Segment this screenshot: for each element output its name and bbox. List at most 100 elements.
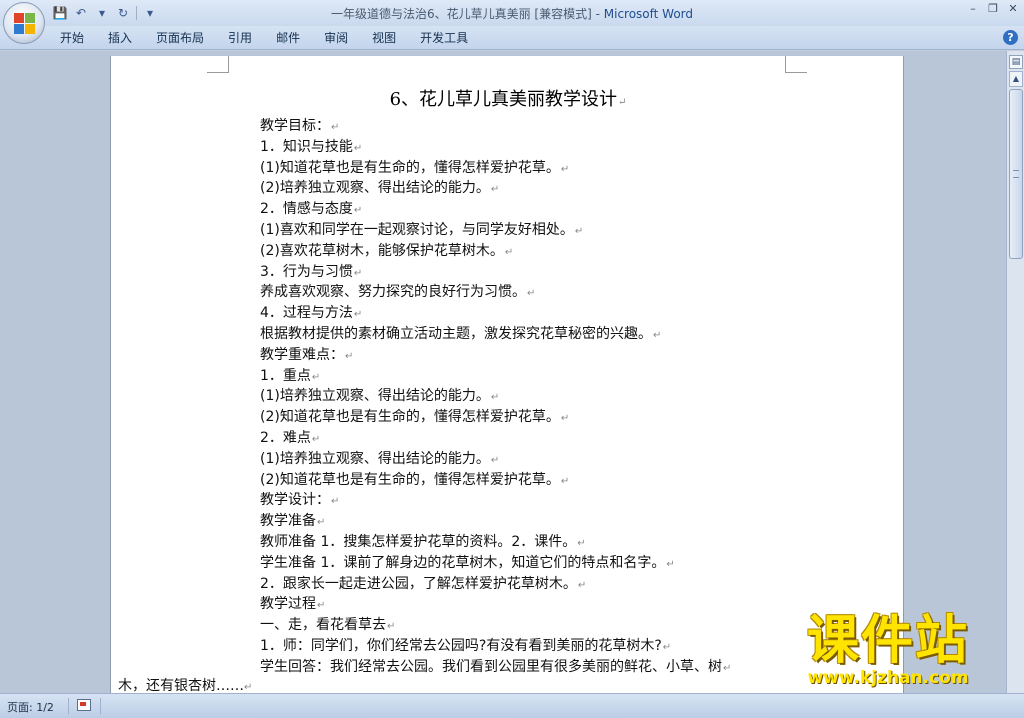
document-line-text: 3．行为与习惯 <box>260 263 353 280</box>
view-ruler-icon[interactable]: ▤ <box>1009 55 1023 69</box>
document-line-text: 2．跟家长一起走进公园，了解怎样爱护花草树木。 <box>260 575 577 592</box>
window-title: 一年级道德与法治6、花儿草儿真美丽 [兼容模式] - Microsoft Wor… <box>0 5 1024 22</box>
paragraph-mark: ↵ <box>560 163 570 175</box>
paragraph-mark: ↵ <box>574 225 584 237</box>
paragraph-mark: ↵ <box>577 579 587 591</box>
document-line: 学生准备 1．课前了解身边的花草树木，知道它们的特点和名字。↵ <box>260 553 860 574</box>
paragraph-mark: ↵ <box>618 97 627 108</box>
title-bar: 💾 ↶ ▾ ↻ ▾ 一年级道德与法治6、花儿草儿真美丽 [兼容模式] - Mic… <box>0 0 1024 26</box>
document-line-text: 1．重点 <box>260 367 311 384</box>
paragraph-mark: ↵ <box>311 433 321 445</box>
paragraph-mark: ↵ <box>723 662 732 674</box>
paragraph-mark: ↵ <box>666 558 675 570</box>
paragraph-mark: ↵ <box>577 537 586 549</box>
document-line-text: (2)培养独立观察、得出结论的能力。 <box>260 180 490 197</box>
document-line: (2)培养独立观察、得出结论的能力。↵ <box>260 178 860 199</box>
document-line: 1．知识与技能↵ <box>260 137 860 158</box>
document-line-text: (1)知道花草也是有生命的，懂得怎样爱护花草。 <box>260 159 560 176</box>
document-line: (1)培养独立观察、得出结论的能力。↵ <box>260 386 860 407</box>
document-line: 教学设计：↵ <box>260 490 860 511</box>
paragraph-mark: ↵ <box>490 184 500 196</box>
status-bar: 页面: 1/2 <box>0 693 1024 718</box>
document-line-text: (2)知道花草也是有生命的，懂得怎样爱护花草。 <box>260 409 560 426</box>
app-name: Microsoft Word <box>603 7 694 21</box>
document-line: 教学目标：↵ <box>260 116 860 137</box>
paragraph-mark: ↵ <box>353 205 363 217</box>
document-line-text: (1)喜欢和同学在一起观察讨论，与同学友好相处。 <box>260 221 574 238</box>
document-title-text: 6、花儿草儿真美丽教学设计 <box>389 89 618 110</box>
scroll-up-arrow-icon[interactable]: ▲ <box>1009 71 1023 87</box>
document-line: 1．重点↵ <box>260 366 860 387</box>
document-line: (2)喜欢花草树木，能够保护花草树木。↵ <box>260 241 860 262</box>
document-line: (1)培养独立观察、得出结论的能力。↵ <box>260 449 860 470</box>
document-line: 3．行为与习惯↵ <box>260 262 860 283</box>
document-line: 养成喜欢观察、努力探究的良好行为习惯。↵ <box>260 282 860 303</box>
tab-home[interactable]: 开始 <box>48 30 96 46</box>
paragraph-mark: ↵ <box>504 246 514 258</box>
document-line: 学生回答：我们经常去公园。我们看到公园里有很多美丽的鲜花、小草、树↵ <box>260 657 860 678</box>
watermark-url: www.kjzhan.com <box>807 668 969 688</box>
scrollbar-thumb[interactable] <box>1009 89 1023 259</box>
paragraph-mark: ↵ <box>662 641 672 653</box>
paragraph-mark: ↵ <box>653 329 662 341</box>
tab-page-layout[interactable]: 页面布局 <box>144 30 216 46</box>
document-body: 教学目标：↵ 1．知识与技能↵ (1)知道花草也是有生命的，懂得怎样爱护花草。↵ (2… <box>260 116 860 678</box>
restore-button[interactable]: ❐ <box>986 2 1000 16</box>
paragraph-mark: ↵ <box>353 142 363 154</box>
proofing-icon[interactable] <box>77 699 91 711</box>
vertical-scrollbar[interactable]: ▤ ▲ <box>1006 51 1024 693</box>
document-line: 教学重难点：↵ <box>260 345 860 366</box>
document-title: 6、花儿草儿真美丽教学设计↵ <box>111 85 905 111</box>
document-line-text: 教学设计： <box>260 492 330 509</box>
tab-references[interactable]: 引用 <box>216 30 264 46</box>
document-line: (2)知道花草也是有生命的，懂得怎样爱护花草。↵ <box>260 407 860 428</box>
document-line-text: 1．师：同学们，你们经常去公园吗?有没有看到美丽的花草树木? <box>260 637 662 654</box>
document-line: (2)知道花草也是有生命的，懂得怎样爱护花草。↵ <box>260 470 860 491</box>
paragraph-mark: ↵ <box>331 122 340 133</box>
document-line-text: 教学准备 <box>260 513 316 530</box>
watermark-text: 课件站 <box>806 611 969 671</box>
paragraph-mark: ↵ <box>311 371 321 383</box>
status-separator <box>100 698 101 714</box>
status-separator <box>68 698 69 714</box>
tab-view[interactable]: 视图 <box>360 30 408 46</box>
document-line-text: (2)知道花草也是有生命的，懂得怎样爱护花草。 <box>260 471 560 488</box>
document-line-overflow: 木，还有银杏树……↵ <box>118 675 252 693</box>
document-line-text: 教学过程 <box>260 596 316 613</box>
page-count[interactable]: 页面: 1/2 <box>7 699 54 715</box>
paragraph-mark: ↵ <box>527 288 536 300</box>
paragraph-mark: ↵ <box>560 413 570 425</box>
minimize-button[interactable]: – <box>966 2 980 16</box>
document-line: 2．情感与态度↵ <box>260 199 860 220</box>
document-name: 一年级道德与法治6、花儿草儿真美丽 [兼容模式] - <box>330 7 604 21</box>
paragraph-mark: ↵ <box>244 682 253 693</box>
document-line-text: 养成喜欢观察、努力探究的良好行为习惯。 <box>260 284 526 301</box>
document-line: 教学过程↵ <box>260 594 860 615</box>
tab-developer[interactable]: 开发工具 <box>408 30 480 46</box>
paragraph-mark: ↵ <box>317 600 326 612</box>
close-button[interactable]: ✕ <box>1006 2 1020 16</box>
tab-insert[interactable]: 插入 <box>96 30 144 46</box>
crop-mark-top-right <box>785 56 807 73</box>
document-line: 1．师：同学们，你们经常去公园吗?有没有看到美丽的花草树木?↵ <box>260 636 860 657</box>
tab-mailings[interactable]: 邮件 <box>264 30 312 46</box>
paragraph-mark: ↵ <box>317 517 326 529</box>
document-line-text: 1．知识与技能 <box>260 138 353 155</box>
paragraph-mark: ↵ <box>345 350 354 362</box>
document-area[interactable]: 6、花儿草儿真美丽教学设计↵ 教学目标：↵ 1．知识与技能↵ (1)知道花草也是有生… <box>0 51 1006 693</box>
document-line: 4．过程与方法↵ <box>260 303 860 324</box>
document-line: (1)知道花草也是有生命的，懂得怎样爱护花草。↵ <box>260 158 860 179</box>
crop-mark-top-left <box>207 56 229 73</box>
tab-review[interactable]: 审阅 <box>312 30 360 46</box>
ribbon-tab-bar: 开始 插入 页面布局 引用 邮件 审阅 视图 开发工具 ? <box>0 26 1024 50</box>
overflow-line-text: 木，还有银杏树…… <box>118 678 244 693</box>
office-button[interactable] <box>3 2 45 44</box>
document-line: 教学准备↵ <box>260 511 860 532</box>
document-line-text: 教师准备 1．搜集怎样爱护花草的资料。2．课件。 <box>260 533 577 550</box>
document-line-text: 一、走，看花看草去 <box>260 617 386 634</box>
document-page[interactable]: 6、花儿草儿真美丽教学设计↵ 教学目标：↵ 1．知识与技能↵ (1)知道花草也是有生… <box>110 56 904 693</box>
document-line: 根据教材提供的素材确立活动主题，激发探究花草秘密的兴趣。↵ <box>260 324 860 345</box>
document-line-text: (2)喜欢花草树木，能够保护花草树木。 <box>260 242 504 259</box>
help-icon[interactable]: ? <box>1003 30 1018 45</box>
document-line: (1)喜欢和同学在一起观察讨论，与同学友好相处。↵ <box>260 220 860 241</box>
